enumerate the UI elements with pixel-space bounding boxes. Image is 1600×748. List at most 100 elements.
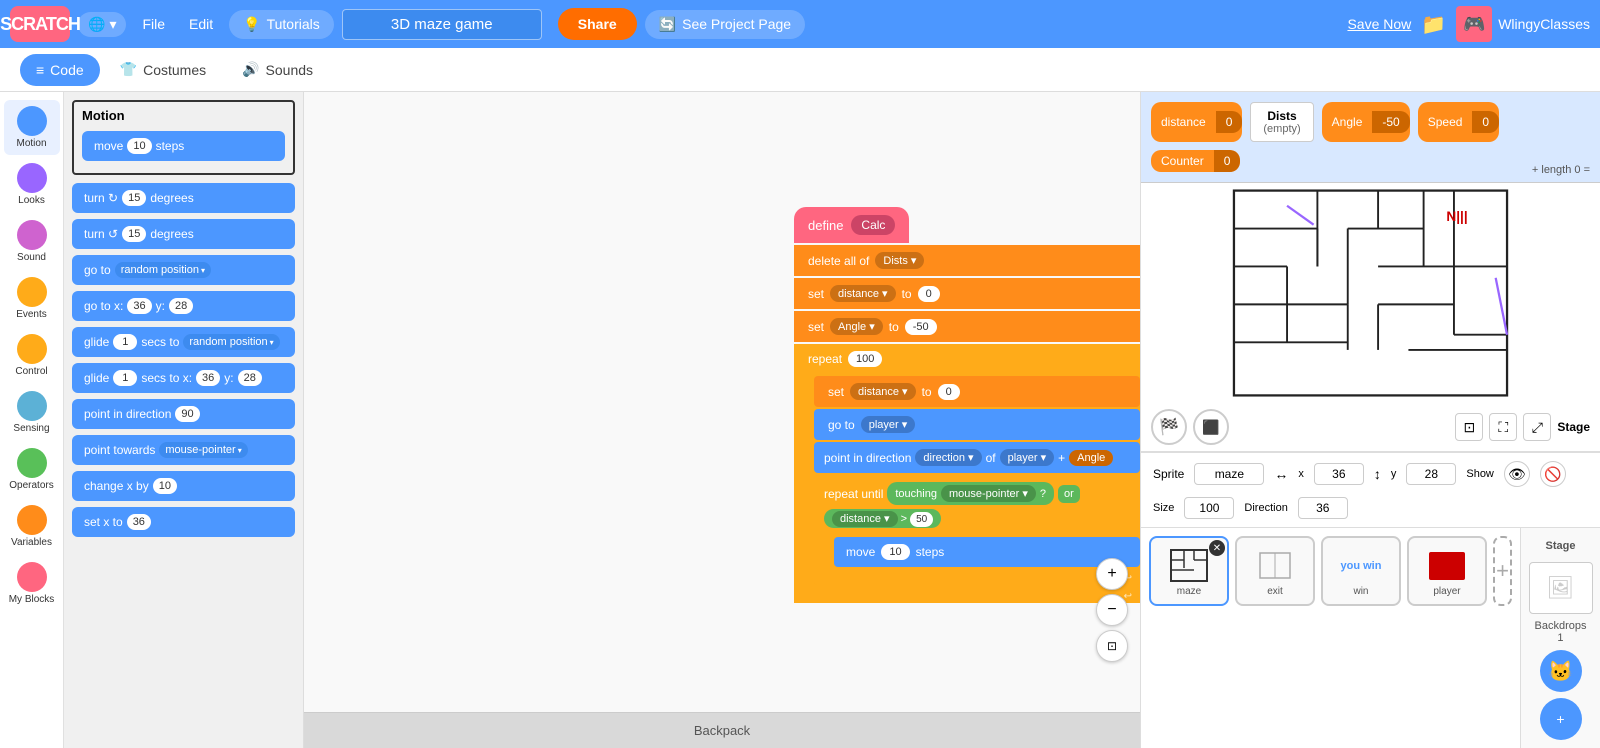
sprite-name-input[interactable] [1194, 463, 1264, 485]
block-delete-all[interactable]: delete all of Dists ▾ [794, 245, 1140, 276]
y-label: y [1391, 468, 1397, 480]
show-button[interactable]: 👁 [1504, 461, 1530, 487]
add-sprite-button[interactable]: + [1493, 536, 1512, 606]
block-set-x[interactable]: set x to 36 [72, 507, 295, 537]
block-change-x[interactable]: change x by 10 [72, 471, 295, 501]
blocks-panel: Motion move 10 steps turn ↻ 15 degrees t… [64, 92, 304, 748]
right-panel: distance 0 Dists (empty) Angle -50 Speed… [1140, 92, 1600, 748]
zoom-in-button[interactable]: + [1096, 558, 1128, 590]
block-move-inner[interactable]: move 10 steps [834, 537, 1140, 567]
zoom-out-button[interactable]: − [1096, 594, 1128, 626]
block-go-to-random[interactable]: go to random position ▾ [72, 255, 295, 285]
chevron-down-icon: ▾ [911, 255, 917, 267]
costumes-icon: 👕 [120, 61, 137, 78]
updown-icon: ↕ [1374, 466, 1381, 482]
block-point-towards[interactable]: point towards mouse-pointer ▾ [72, 435, 295, 465]
fullscreen-icon: ⤢ [1532, 419, 1543, 436]
sprite-list: ✕ maze [1141, 528, 1520, 748]
block-go-to-player[interactable]: go to player ▾ [814, 409, 1140, 440]
delete-sprite-icon[interactable]: ✕ [1209, 540, 1225, 556]
sprite-thumb-maze[interactable]: ✕ maze [1149, 536, 1229, 606]
category-looks[interactable]: Looks [4, 157, 60, 212]
categories-panel: Motion Looks Sound Events Control Sensin… [0, 92, 64, 748]
full-stage-button[interactable]: ⛶ [1489, 413, 1517, 441]
block-go-to-xy[interactable]: go to x: 36 y: 28 [72, 291, 295, 321]
add-sprite-fab[interactable]: + [1540, 698, 1582, 740]
block-turn-ccw[interactable]: turn ↺ 15 degrees [72, 219, 295, 249]
category-control[interactable]: Control [4, 328, 60, 383]
y-input[interactable] [1406, 463, 1456, 485]
backpack-bar[interactable]: Backpack [304, 712, 1140, 748]
stage-right-panel: Stage 🖼 Backdrops 1 🐱 + [1520, 528, 1600, 748]
script-group: define Calc delete all of Dists ▾ set di… [794, 207, 1140, 605]
chevron-down-icon: ▾ [201, 266, 205, 275]
maze-svg: N||| [1141, 183, 1600, 403]
category-events[interactable]: Events [4, 271, 60, 326]
add-backdrop-button[interactable]: 🐱 [1540, 650, 1582, 692]
chevron-down-icon: ▾ [1022, 488, 1028, 500]
fullscreen-button[interactable]: ⤢ [1523, 413, 1551, 441]
user-area[interactable]: 🎮 WlingyClasses [1456, 6, 1590, 42]
cat-icon: 🐱 [1548, 659, 1573, 684]
category-sensing[interactable]: Sensing [4, 385, 60, 440]
category-operators[interactable]: Operators [4, 442, 60, 497]
category-variables[interactable]: Variables [4, 499, 60, 554]
save-now-button[interactable]: Save Now [1347, 16, 1411, 32]
category-motion[interactable]: Motion [4, 100, 60, 155]
share-button[interactable]: Share [558, 8, 637, 40]
green-flag-button[interactable]: 🏁 [1151, 409, 1187, 445]
small-stage-button[interactable]: ⊡ [1455, 413, 1483, 441]
chevron-down-icon: ▾ [270, 338, 274, 347]
my-blocks-circle [17, 562, 47, 592]
var-speed: Speed 0 [1418, 102, 1499, 142]
project-name-input[interactable] [342, 9, 542, 40]
edit-menu[interactable]: Edit [181, 12, 221, 36]
direction-input[interactable] [1298, 497, 1348, 519]
see-project-button[interactable]: 🔄 See Project Page [645, 10, 805, 39]
block-glide-random[interactable]: glide 1 secs to random position ▾ [72, 327, 295, 357]
sprite-row: Sprite ↔ x ↕ y Show 👁 🚫 Size Direction [1153, 461, 1588, 519]
block-glide-xy[interactable]: glide 1 secs to x: 36 y: 28 [72, 363, 295, 393]
chevron-down-icon: ▾ [869, 321, 875, 333]
sprite-thumb-player[interactable]: player [1407, 536, 1487, 606]
code-canvas[interactable]: define Calc delete all of Dists ▾ set di… [304, 92, 1140, 712]
sprite-thumb-exit[interactable]: exit [1235, 536, 1315, 606]
size-input[interactable] [1184, 497, 1234, 519]
block-turn-cw[interactable]: turn ↻ 15 degrees [72, 183, 295, 213]
tab-costumes[interactable]: 👕 Costumes [104, 53, 222, 86]
sprite-stage-area: ✕ maze [1141, 528, 1600, 748]
chevron-down-icon: ▾ [109, 16, 116, 33]
block-point-direction[interactable]: point in direction 90 [72, 399, 295, 429]
scratch-logo[interactable]: SCRATCH [10, 6, 70, 42]
block-repeat-until[interactable]: repeat until touching mouse-pointer ▾ ? … [814, 475, 1140, 585]
var-angle: Angle -50 [1322, 102, 1410, 142]
hide-button[interactable]: 🚫 [1540, 461, 1566, 487]
direction-label: Direction [1244, 502, 1287, 514]
define-block[interactable]: define Calc [794, 207, 909, 243]
x-input[interactable] [1314, 463, 1364, 485]
sprite-name-player: player [1433, 586, 1460, 597]
stop-button[interactable]: ⬛ [1193, 409, 1229, 445]
tutorials-button[interactable]: 💡 Tutorials [229, 10, 334, 39]
category-sound[interactable]: Sound [4, 214, 60, 269]
block-set-angle[interactable]: set Angle ▾ to -50 [794, 311, 1140, 342]
sprite-img-exit [1250, 546, 1300, 586]
block-set-distance-inner[interactable]: set distance ▾ to 0 [814, 376, 1140, 407]
language-button[interactable]: 🌐 ▾ [78, 12, 126, 37]
block-repeat[interactable]: repeat 100 set distance ▾ to 0 [794, 344, 1140, 603]
fit-button[interactable]: ⊡ [1096, 630, 1128, 662]
block-point-direction[interactable]: point in direction direction ▾ of player… [814, 442, 1140, 473]
tab-code[interactable]: ≡ Code [20, 54, 100, 86]
folder-button[interactable]: 📁 [1421, 12, 1446, 37]
remix-icon: 🔄 [659, 16, 676, 33]
tab-sounds[interactable]: 🔊 Sounds [226, 53, 329, 86]
backpack-label: Backpack [694, 723, 750, 738]
sprite-thumb-win[interactable]: you win win [1321, 536, 1401, 606]
sprite-label: Sprite [1153, 467, 1184, 481]
block-move[interactable]: move 10 steps [82, 131, 285, 161]
category-my-blocks[interactable]: My Blocks [4, 556, 60, 611]
green-flag-icon: 🏁 [1159, 417, 1179, 437]
file-menu[interactable]: File [134, 12, 173, 36]
block-set-distance[interactable]: set distance ▾ to 0 [794, 278, 1140, 309]
lightbulb-icon: 💡 [243, 16, 260, 33]
